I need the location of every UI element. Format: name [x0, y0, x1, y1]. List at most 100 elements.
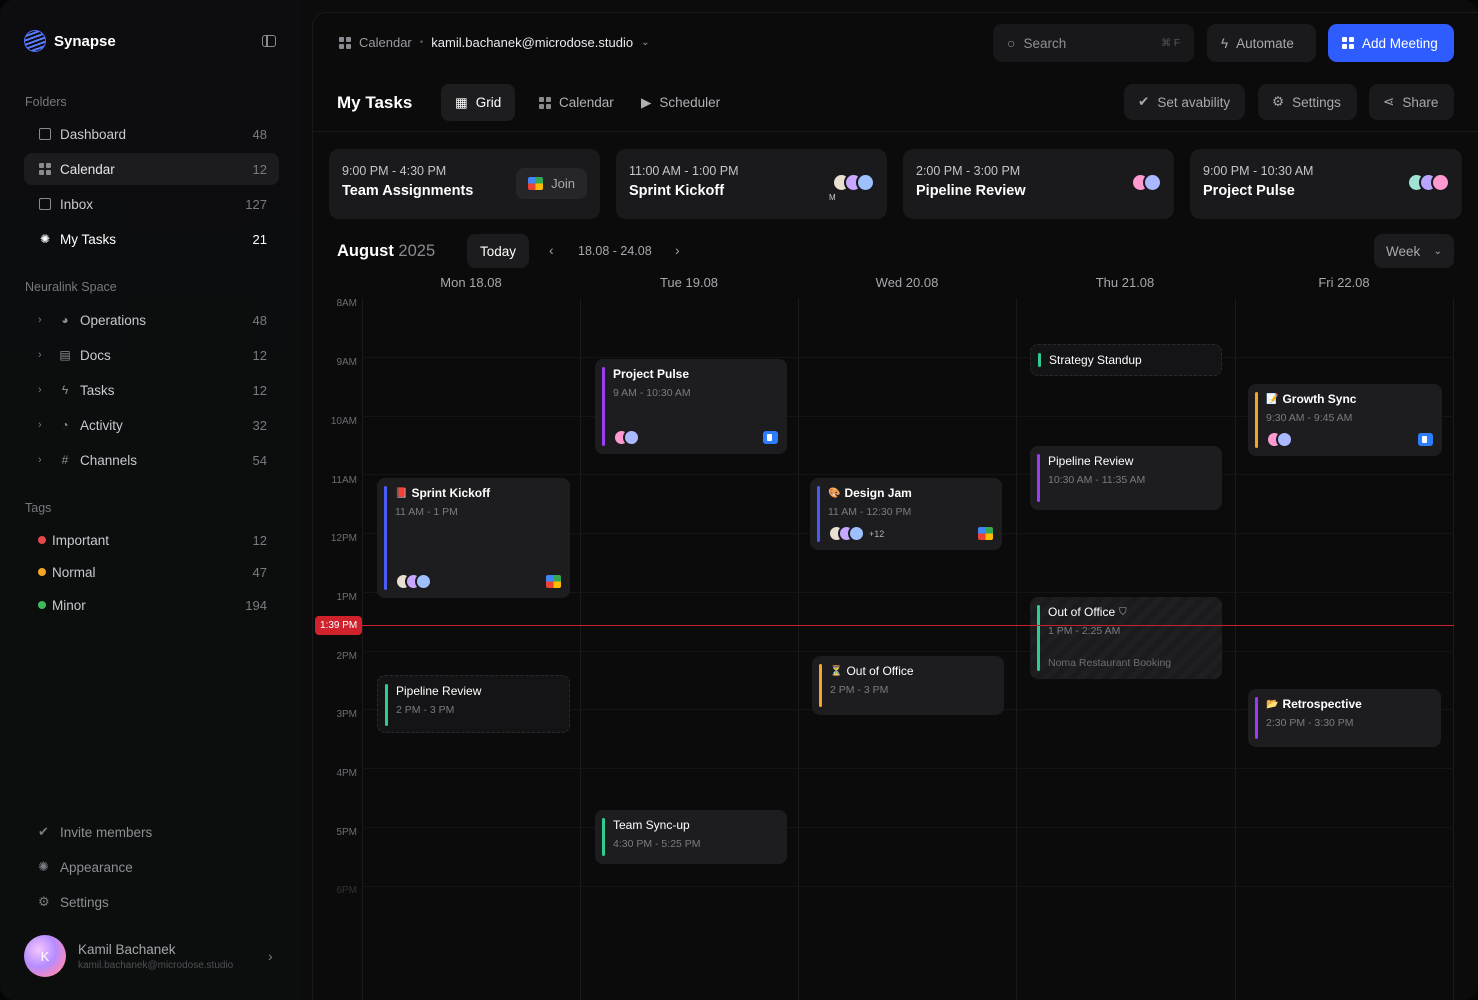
sidebar-item-label: Calendar: [60, 161, 115, 177]
event-title: Design Jam: [844, 486, 912, 500]
play-circle-icon: ▶: [641, 94, 652, 110]
event-card[interactable]: Strategy Standup: [1030, 344, 1222, 376]
event-card[interactable]: ⏳ Out of Office 2 PM - 3 PM: [812, 656, 1004, 715]
appearance-button[interactable]: ✺ Appearance: [38, 859, 133, 875]
google-meet-icon[interactable]: [978, 527, 993, 540]
tab-grid[interactable]: ▦ Grid: [441, 84, 516, 121]
add-meeting-button[interactable]: Add Meeting: [1328, 24, 1454, 62]
day-header: Thu 21.08: [1095, 275, 1155, 290]
event-title: Out of Office: [1048, 605, 1116, 619]
tag-count: 194: [245, 597, 267, 613]
sidebar-item-count: 48: [252, 126, 267, 142]
sidebar-toggle-icon[interactable]: [262, 35, 276, 47]
meeting-card[interactable]: 11:00 AM - 1:00 PM Sprint Kickoff M: [616, 149, 887, 219]
event-title: Team Sync-up: [613, 818, 690, 832]
sidebar-item-tasks[interactable]: › ϟ Tasks 12: [24, 374, 279, 406]
view-settings-button[interactable]: ⚙ Settings: [1258, 84, 1357, 120]
event-card[interactable]: 📕 Sprint Kickoff 11 AM - 1 PM: [377, 478, 570, 598]
sidebar-settings-button[interactable]: ⚙ Settings: [38, 894, 109, 910]
event-title: Sprint Kickoff: [411, 486, 491, 500]
event-card[interactable]: 📝 Growth Sync 9:30 AM - 9:45 AM: [1248, 384, 1442, 456]
day-header: Mon 18.08: [440, 275, 502, 290]
sidebar-item-dashboard[interactable]: Dashboard 48: [24, 118, 279, 150]
search-input[interactable]: ○ Search ⌘ F: [993, 24, 1194, 62]
set-availability-button[interactable]: ✔ Set avability: [1124, 84, 1245, 120]
tag-minor[interactable]: Minor 194: [24, 589, 279, 621]
join-button[interactable]: Join: [516, 168, 587, 199]
today-button[interactable]: Today: [467, 234, 530, 268]
tab-calendar[interactable]: Calendar: [525, 84, 628, 121]
event-card[interactable]: Team Sync-up 4:30 PM - 5:25 PM: [595, 810, 787, 864]
hour-line: [362, 651, 1454, 652]
synapse-logo-icon: [24, 30, 46, 52]
sidebar-item-docs[interactable]: › ▤ Docs 12: [24, 339, 279, 371]
chevron-right-icon: ›: [38, 314, 42, 326]
tag-important[interactable]: Important 12: [24, 524, 279, 556]
sidebar-item-count: 12: [252, 161, 267, 177]
breadcrumb-app[interactable]: Calendar: [359, 35, 412, 50]
chevron-right-icon[interactable]: ›: [268, 948, 273, 964]
attendee-avatars: +12: [828, 525, 884, 542]
day-column-line: [1016, 298, 1017, 1000]
attendee-avatars: [613, 429, 640, 446]
tab-scheduler[interactable]: ▶ Scheduler: [627, 84, 734, 121]
day-column-line: [1453, 298, 1454, 1000]
profile-name: Kamil Bachanek: [78, 941, 176, 957]
view-mode-value: Week: [1386, 243, 1421, 259]
app-logo[interactable]: Synapse: [24, 30, 116, 52]
meeting-card[interactable]: 2:00 PM - 3:00 PM Pipeline Review: [903, 149, 1174, 219]
main-panel: Calendar • kamil.bachanek@microdose.stud…: [312, 12, 1478, 1000]
prev-week-icon[interactable]: ‹: [549, 242, 554, 258]
bolt-icon: ϟ: [61, 383, 69, 397]
next-week-icon[interactable]: ›: [675, 242, 680, 258]
search-icon: ○: [1007, 35, 1016, 51]
user-profile[interactable]: K Kamil Bachanek kamil.bachanek@microdos…: [24, 935, 233, 977]
share-button[interactable]: ⋖ Share: [1369, 84, 1454, 120]
meeting-title: Pipeline Review: [916, 183, 1026, 199]
sidebar-item-label: Dashboard: [60, 126, 127, 142]
view-mode-select[interactable]: Week ⌄: [1374, 234, 1454, 268]
zoom-icon[interactable]: [1418, 433, 1433, 446]
event-card[interactable]: 📂 Retrospective 2:30 PM - 3:30 PM: [1248, 689, 1441, 747]
note-icon: 📝: [1266, 393, 1279, 405]
meeting-card[interactable]: 9:00 PM - 4:30 PM Team Assignments Join: [329, 149, 600, 219]
sidebar-item-calendar[interactable]: Calendar 12: [24, 153, 279, 185]
event-title: Strategy Standup: [1049, 353, 1142, 367]
calendar-grid-icon: [339, 36, 351, 49]
event-card[interactable]: Out of Office ⛉ 1 PM - 2:25 AM Noma Resta…: [1030, 597, 1222, 679]
event-title: Pipeline Review: [1048, 454, 1134, 468]
sidebar-item-inbox[interactable]: Inbox 127: [24, 188, 279, 220]
sidebar-item-channels[interactable]: › # Channels 54: [24, 444, 279, 476]
meeting-card[interactable]: 9:00 PM - 10:30 AM Project Pulse: [1190, 149, 1462, 219]
automate-button[interactable]: ϟ Automate: [1207, 24, 1316, 62]
event-time: 11 AM - 12:30 PM: [828, 506, 912, 518]
sun-icon: ✺: [39, 232, 51, 246]
google-meet-icon[interactable]: [546, 575, 561, 588]
breadcrumb: Calendar • kamil.bachanek@microdose.stud…: [339, 35, 649, 50]
event-card[interactable]: Pipeline Review 2 PM - 3 PM: [377, 675, 570, 733]
chevron-down-icon[interactable]: ⌄: [641, 37, 649, 48]
event-color-bar: [819, 664, 822, 707]
automate-label: Automate: [1236, 35, 1294, 51]
hour-line: [362, 768, 1454, 769]
tag-normal[interactable]: Normal 47: [24, 556, 279, 588]
hour-label: 10AM: [330, 416, 357, 427]
day-column-line: [1235, 298, 1236, 1000]
palette-icon: 🎨: [828, 487, 841, 499]
zoom-icon[interactable]: [763, 431, 778, 444]
sidebar-item-my-tasks[interactable]: ✺ My Tasks 21: [24, 223, 279, 255]
tab-label: Calendar: [559, 95, 614, 110]
attendee-avatars: [1407, 173, 1450, 192]
more-attendees-count: +12: [869, 528, 885, 539]
sidebar-item-activity[interactable]: › ◔ Activity 32: [24, 409, 279, 441]
event-color-bar: [384, 486, 387, 590]
event-time: 2 PM - 3 PM: [396, 704, 455, 716]
sidebar-item-operations[interactable]: › ◕ Operations 48: [24, 304, 279, 336]
invite-members-button[interactable]: ✔ Invite members: [38, 824, 152, 840]
event-card[interactable]: Pipeline Review 10:30 AM - 11:35 AM: [1030, 446, 1222, 510]
tag-dot-icon: [38, 536, 46, 544]
account-switcher[interactable]: kamil.bachanek@microdose.studio: [431, 35, 633, 50]
event-card[interactable]: 🎨 Design Jam 11 AM - 12:30 PM +12: [810, 478, 1002, 550]
event-card[interactable]: Project Pulse 9 AM - 10:30 AM: [595, 359, 787, 454]
sun-icon: ✺: [38, 859, 49, 874]
